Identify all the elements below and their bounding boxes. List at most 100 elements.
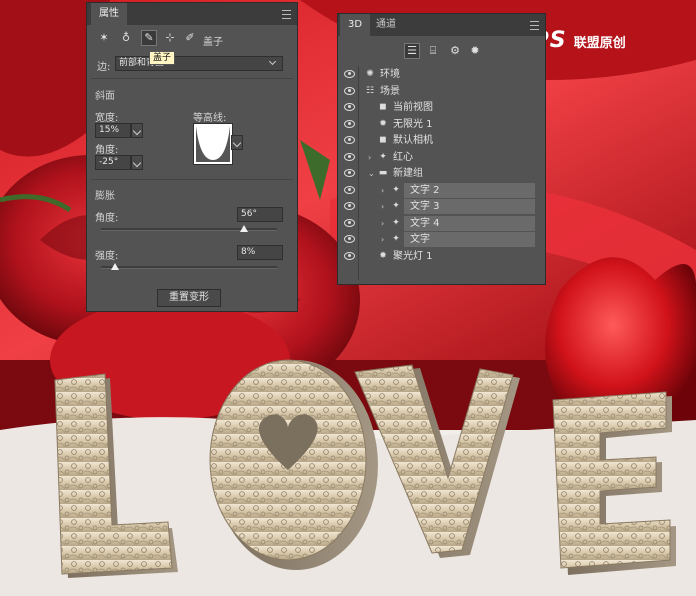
width-field[interactable]: 15%	[95, 123, 131, 138]
3d-layer-list: ✺ 环境 ☷ 场景 ◼ 当前视图 ✹ 无限光 1 ◼ 默认相机 › ✦ 红心 ⌄ ▬ 新建组 › ✦ 文字 2 › ✦ 文…	[338, 66, 545, 280]
scene-filter-icon[interactable]: ☰	[404, 43, 420, 59]
visibility-eye-icon[interactable]	[344, 119, 355, 128]
width-dropdown-button[interactable]	[131, 123, 143, 138]
material-filter-icon[interactable]: ⚙	[448, 44, 462, 58]
expand-arrow-icon[interactable]: ⌄	[368, 165, 375, 182]
properties-toolbar: ✶ ♁ ✎ ⊹ ✐ 盖子	[87, 25, 297, 51]
mesh-icon: ✦	[392, 201, 400, 211]
edge-label: 边:	[97, 62, 111, 73]
layer-name: 默认相机	[393, 135, 433, 146]
inflate-angle-slider-thumb[interactable]	[239, 225, 248, 232]
angle-label: 角度:	[95, 145, 119, 156]
3d-tabbar: 3D 通道	[338, 14, 545, 36]
angle-dropdown-button[interactable]	[131, 155, 143, 170]
layer-name: 文字 4	[410, 217, 440, 229]
inflate-angle-slider[interactable]	[101, 228, 277, 231]
3d-panel: 3D 通道 ☰ ⌸ ⚙ ✹ ✺ 环境 ☷ 场景 ◼ 当前视图 ✹ 无限光 1 ◼ 默认相机 › ✦ 红心…	[337, 13, 546, 285]
layer-row[interactable]: ✹ 无限光 1	[338, 116, 545, 133]
bevel-title: 斜面	[95, 91, 115, 102]
layer-row[interactable]: ✺ 环境	[338, 66, 545, 83]
visibility-eye-icon[interactable]	[344, 169, 355, 177]
visibility-eye-icon[interactable]	[344, 251, 355, 260]
properties-panel: 属性 ✶ ♁ ✎ ⊹ ✐ 盖子 盖子 边: 前部和背面 斜面 宽度: 15% 角…	[86, 2, 298, 312]
layer-name: 场景	[380, 85, 400, 97]
visibility-eye-icon[interactable]	[344, 136, 355, 144]
layer-row[interactable]: › ✦ 文字 4	[338, 215, 545, 232]
visibility-eye-icon[interactable]	[344, 235, 355, 243]
layer-row[interactable]: ◼ 默认相机	[338, 132, 545, 149]
coordinates-icon[interactable]: ⊹	[163, 31, 177, 45]
visibility-eye-icon[interactable]	[344, 202, 355, 210]
spotlight-icon: ✸	[379, 250, 387, 261]
tooltip: 盖子	[149, 51, 176, 65]
deform-icon[interactable]: ♁	[119, 31, 133, 45]
contour-dropdown-button[interactable]	[231, 135, 243, 150]
layer-row[interactable]: › ✦ 文字 3	[338, 198, 545, 215]
inflate-angle-field[interactable]: 56°	[237, 207, 283, 222]
mesh-icon: ✦	[392, 217, 400, 228]
layer-name: 当前视图	[393, 102, 433, 113]
brush-icon[interactable]: ✐	[183, 31, 197, 45]
layer-row[interactable]: ✸ 聚光灯 1	[338, 248, 545, 265]
contour-preview[interactable]	[193, 123, 233, 165]
collapse-arrow-icon[interactable]: ›	[381, 198, 384, 215]
layer-name: 文字	[410, 234, 430, 245]
camera-icon: ◼	[379, 102, 387, 112]
mesh-icon[interactable]: ✶	[97, 31, 111, 45]
watermark-site-text: 联盟原创	[573, 36, 626, 51]
mesh-filter-icon[interactable]: ⌸	[426, 44, 440, 58]
sun-icon: ✺	[366, 69, 374, 79]
folder-icon: ▬	[378, 168, 388, 178]
mesh-icon: ✦	[392, 234, 400, 244]
reset-deformation-button[interactable]: 重置变形	[157, 289, 221, 307]
strength-slider[interactable]	[101, 266, 277, 269]
width-label: 宽度:	[95, 113, 119, 124]
contour-label: 等高线:	[193, 113, 227, 124]
visibility-eye-icon[interactable]	[344, 86, 355, 95]
cap-icon[interactable]: ✎	[141, 30, 157, 46]
edge-select[interactable]: 前部和背面	[115, 56, 283, 71]
inflate-title: 膨胀	[95, 191, 115, 202]
camera-icon: ◼	[379, 135, 387, 145]
divider	[91, 179, 293, 180]
collapse-arrow-icon[interactable]: ›	[381, 231, 384, 248]
visibility-eye-icon[interactable]	[344, 103, 355, 111]
3d-filter-toolbar: ☰ ⌸ ⚙ ✹	[338, 36, 545, 64]
strength-field[interactable]: 8%	[237, 245, 283, 260]
collapse-arrow-icon[interactable]: ›	[381, 215, 384, 232]
collapse-arrow-icon[interactable]: ›	[368, 149, 371, 166]
divider	[91, 78, 293, 79]
layer-name: 文字 3	[410, 201, 440, 212]
layer-name: 聚光灯 1	[393, 250, 433, 262]
visibility-eye-icon[interactable]	[344, 218, 355, 227]
cap-label: 盖子	[203, 37, 223, 48]
visibility-eye-icon[interactable]	[344, 152, 355, 161]
visibility-eye-icon[interactable]	[344, 185, 355, 194]
layer-name: 新建组	[393, 168, 423, 179]
strength-slider-thumb[interactable]	[111, 263, 120, 270]
collapse-arrow-icon[interactable]: ›	[381, 182, 384, 199]
panel-menu-icon[interactable]	[282, 10, 291, 19]
tab-properties[interactable]: 属性	[91, 3, 127, 25]
inflate-angle-label: 角度:	[95, 213, 119, 224]
layer-row[interactable]: ☷ 场景	[338, 83, 545, 100]
layer-row[interactable]: ⌄ ▬ 新建组	[338, 165, 545, 182]
mesh-icon: ✦	[392, 184, 400, 195]
tab-channels[interactable]: 通道	[368, 14, 404, 36]
layer-name: 环境	[380, 69, 400, 80]
visibility-eye-icon[interactable]	[344, 70, 355, 78]
layer-row[interactable]: ◼ 当前视图	[338, 99, 545, 116]
layer-name: 无限光 1	[393, 118, 433, 130]
layer-name: 红心	[393, 151, 413, 163]
scene-icon: ☷	[365, 85, 375, 96]
contour-curve	[196, 126, 230, 162]
tab-3d[interactable]: 3D	[340, 14, 371, 36]
layer-row[interactable]: › ✦ 文字 2	[338, 182, 545, 199]
layer-row[interactable]: › ✦ 红心	[338, 149, 545, 166]
layer-row[interactable]: › ✦ 文字	[338, 231, 545, 248]
angle-field[interactable]: -25°	[95, 155, 131, 170]
light-filter-icon[interactable]: ✹	[468, 44, 482, 58]
strength-label: 强度:	[95, 251, 119, 262]
properties-tabbar: 属性	[87, 3, 297, 25]
panel-menu-icon[interactable]	[530, 21, 539, 30]
